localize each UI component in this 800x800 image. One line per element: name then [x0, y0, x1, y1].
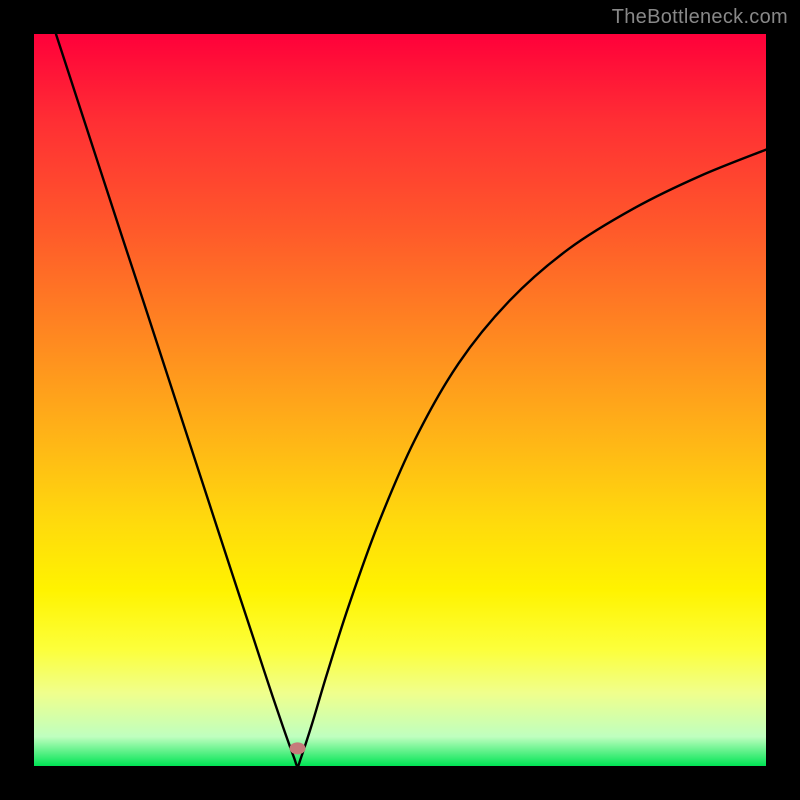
- bottleneck-curve: [56, 34, 766, 766]
- valley-marker: [290, 742, 306, 754]
- plot-area: [34, 34, 766, 766]
- curve-svg: [34, 34, 766, 766]
- chart-canvas: TheBottleneck.com: [0, 0, 800, 800]
- watermark: TheBottleneck.com: [612, 6, 788, 29]
